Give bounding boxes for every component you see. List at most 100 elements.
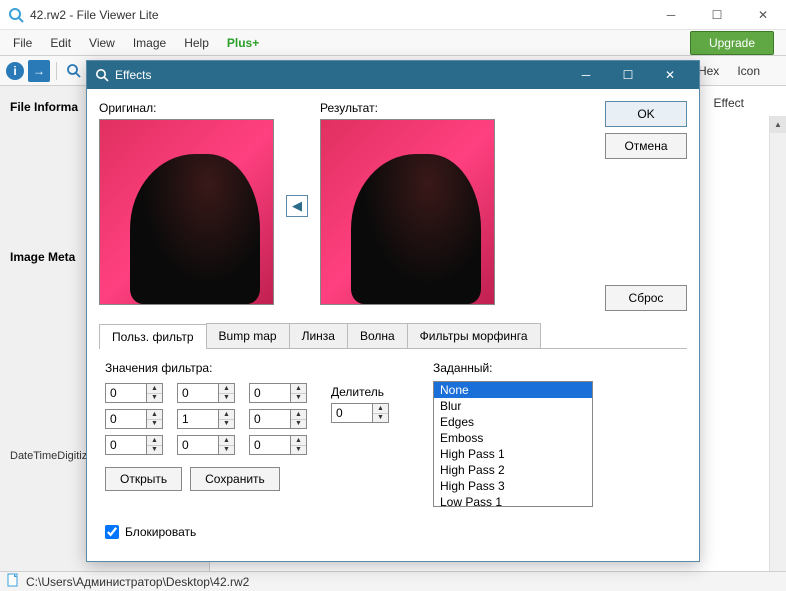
result-preview <box>320 119 495 305</box>
spinner-down-icon[interactable]: ▼ <box>147 446 162 455</box>
spinner-up-icon[interactable]: ▲ <box>291 384 306 394</box>
tab-icon[interactable]: Icon <box>729 60 768 82</box>
matrix-spinner-0-2[interactable]: ▲▼ <box>249 383 307 403</box>
matrix-input[interactable] <box>105 435 147 455</box>
matrix-spinner-0-1[interactable]: ▲▼ <box>177 383 235 403</box>
matrix-input[interactable] <box>105 409 147 429</box>
matrix-input[interactable] <box>249 435 291 455</box>
matrix-spinner-0-0[interactable]: ▲▼ <box>105 383 163 403</box>
matrix-input[interactable] <box>249 383 291 403</box>
preset-option[interactable]: Edges <box>434 414 592 430</box>
effects-dialog: Effects ─ ☐ ✕ Оригинал: ◀ Результат: OK … <box>86 60 700 562</box>
menu-file[interactable]: File <box>4 33 41 53</box>
dialog-title-bar[interactable]: Effects ─ ☐ ✕ <box>87 61 699 89</box>
scroll-up-icon[interactable]: ▲ <box>770 116 786 133</box>
app-icon <box>8 7 24 23</box>
spinner-down-icon[interactable]: ▼ <box>147 394 162 403</box>
close-button[interactable]: ✕ <box>740 0 786 30</box>
spinner-down-icon[interactable]: ▼ <box>219 446 234 455</box>
spinner-up-icon[interactable]: ▲ <box>147 436 162 446</box>
spinner-up-icon[interactable]: ▲ <box>219 384 234 394</box>
save-button[interactable]: Сохранить <box>190 467 280 491</box>
file-icon <box>6 573 20 590</box>
menu-image[interactable]: Image <box>124 33 175 53</box>
preset-option[interactable]: None <box>434 382 592 398</box>
spinner-up-icon[interactable]: ▲ <box>373 404 388 414</box>
original-preview <box>99 119 274 305</box>
spinner-down-icon[interactable]: ▼ <box>147 420 162 429</box>
preset-option[interactable]: Emboss <box>434 430 592 446</box>
status-path: C:\Users\Администратор\Desktop\42.rw2 <box>26 575 249 589</box>
matrix-input[interactable] <box>105 383 147 403</box>
open-button[interactable]: Открыть <box>105 467 182 491</box>
divider-input[interactable] <box>331 403 373 423</box>
preset-option[interactable]: High Pass 1 <box>434 446 592 462</box>
spinner-up-icon[interactable]: ▲ <box>147 410 162 420</box>
menu-help[interactable]: Help <box>175 33 218 53</box>
main-title-bar: 42.rw2 - File Viewer Lite ─ ☐ ✕ <box>0 0 786 30</box>
effects-icon <box>95 68 109 82</box>
menu-bar: File Edit View Image Help Plus+ Upgrade <box>0 30 786 56</box>
preset-option[interactable]: Low Pass 1 <box>434 494 592 507</box>
menu-plus[interactable]: Plus+ <box>218 33 268 53</box>
spinner-up-icon[interactable]: ▲ <box>219 410 234 420</box>
dialog-maximize-button[interactable]: ☐ <box>607 61 649 89</box>
dialog-close-button[interactable]: ✕ <box>649 61 691 89</box>
transfer-left-button[interactable]: ◀ <box>286 195 308 217</box>
matrix-spinner-1-0[interactable]: ▲▼ <box>105 409 163 429</box>
ok-button[interactable]: OK <box>605 101 687 127</box>
matrix-input[interactable] <box>177 409 219 429</box>
spinner-down-icon[interactable]: ▼ <box>291 394 306 403</box>
divider-label: Делитель <box>331 385 389 399</box>
matrix-spinner-1-1[interactable]: ▲▼ <box>177 409 235 429</box>
matrix-spinner-2-1[interactable]: ▲▼ <box>177 435 235 455</box>
tab-wave[interactable]: Волна <box>347 323 408 348</box>
spinner-down-icon[interactable]: ▼ <box>219 420 234 429</box>
info-icon[interactable]: i <box>6 62 24 80</box>
matrix-input[interactable] <box>177 383 219 403</box>
status-bar: C:\Users\Администратор\Desktop\42.rw2 <box>0 571 786 591</box>
minimize-button[interactable]: ─ <box>648 0 694 30</box>
dialog-title: Effects <box>115 68 565 82</box>
tab-user-filter[interactable]: Польз. фильтр <box>99 324 207 349</box>
matrix-spinner-2-0[interactable]: ▲▼ <box>105 435 163 455</box>
spinner-up-icon[interactable]: ▲ <box>291 410 306 420</box>
filter-values-label: Значения фильтра: <box>105 361 307 375</box>
spinner-down-icon[interactable]: ▼ <box>291 420 306 429</box>
matrix-spinner-2-2[interactable]: ▲▼ <box>249 435 307 455</box>
arrow-right-icon[interactable]: → <box>28 60 50 82</box>
preset-label: Заданный: <box>433 361 593 375</box>
vertical-scrollbar[interactable]: ▲ <box>769 116 786 571</box>
tab-lens[interactable]: Линза <box>289 323 348 348</box>
spinner-down-icon[interactable]: ▼ <box>373 414 388 423</box>
result-label: Результат: <box>320 101 495 115</box>
spinner-up-icon[interactable]: ▲ <box>147 384 162 394</box>
cancel-button[interactable]: Отмена <box>605 133 687 159</box>
zoom-icon[interactable] <box>63 60 85 82</box>
maximize-button[interactable]: ☐ <box>694 0 740 30</box>
preset-option[interactable]: Blur <box>434 398 592 414</box>
original-label: Оригинал: <box>99 101 274 115</box>
tab-morph-filters[interactable]: Фильтры морфинга <box>407 323 541 348</box>
preset-option[interactable]: High Pass 2 <box>434 462 592 478</box>
divider-spinner[interactable]: ▲▼ <box>331 403 389 423</box>
preset-listbox[interactable]: NoneBlurEdgesEmbossHigh Pass 1High Pass … <box>433 381 593 507</box>
effect-panel-tab[interactable]: Effect <box>702 92 756 114</box>
matrix-spinner-1-2[interactable]: ▲▼ <box>249 409 307 429</box>
block-checkbox[interactable] <box>105 525 119 539</box>
spinner-up-icon[interactable]: ▲ <box>219 436 234 446</box>
dialog-minimize-button[interactable]: ─ <box>565 61 607 89</box>
block-label: Блокировать <box>125 525 196 539</box>
menu-edit[interactable]: Edit <box>41 33 80 53</box>
upgrade-button[interactable]: Upgrade <box>690 31 774 55</box>
menu-view[interactable]: View <box>80 33 124 53</box>
matrix-input[interactable] <box>177 435 219 455</box>
spinner-down-icon[interactable]: ▼ <box>219 394 234 403</box>
matrix-input[interactable] <box>249 409 291 429</box>
spinner-down-icon[interactable]: ▼ <box>291 446 306 455</box>
spinner-up-icon[interactable]: ▲ <box>291 436 306 446</box>
tab-bump-map[interactable]: Bump map <box>206 323 290 348</box>
reset-button[interactable]: Сброс <box>605 285 687 311</box>
preset-option[interactable]: High Pass 3 <box>434 478 592 494</box>
window-title: 42.rw2 - File Viewer Lite <box>30 8 648 22</box>
